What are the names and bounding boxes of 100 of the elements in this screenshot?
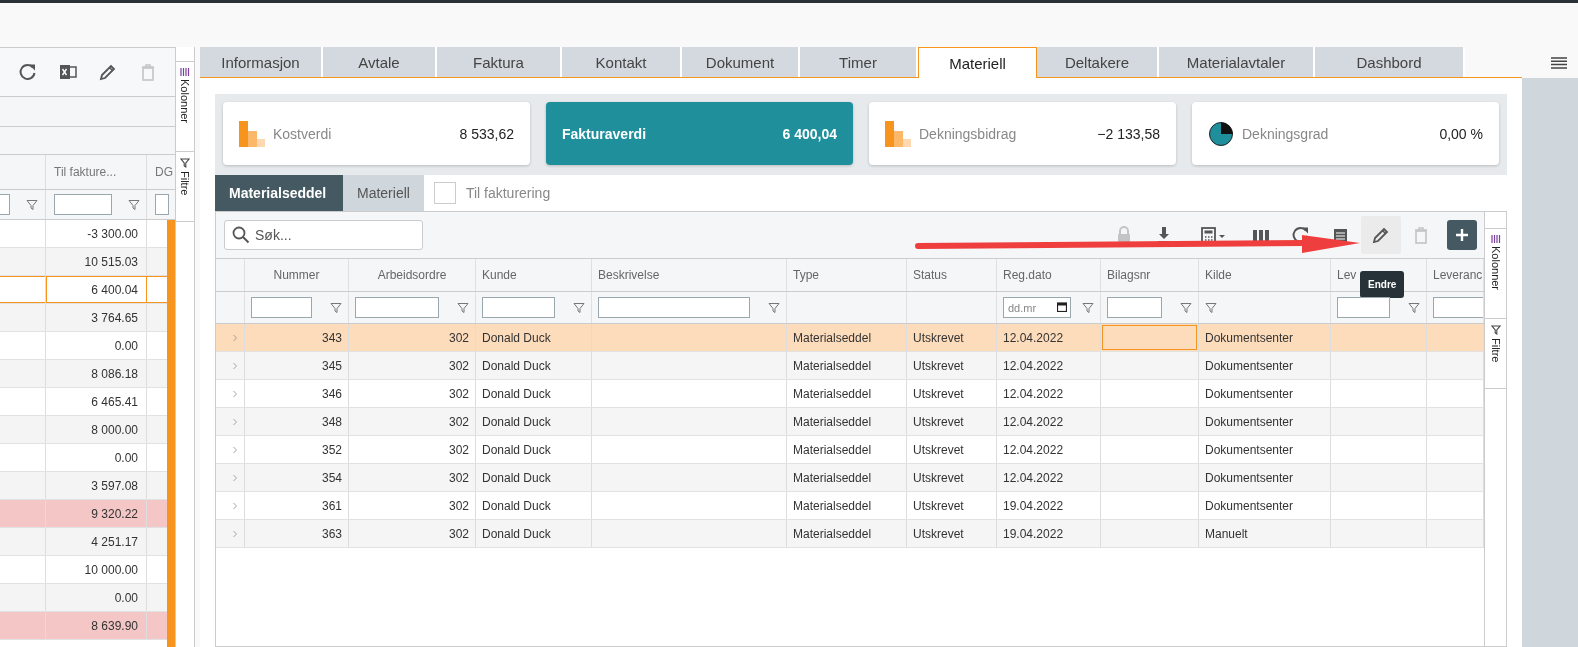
table-row[interactable]: 3 597.08	[0, 472, 167, 500]
calendar-icon[interactable]	[1057, 302, 1067, 312]
column-header[interactable]: Til fakture...	[46, 155, 147, 189]
card-label: Kostverdi	[273, 125, 333, 142]
column-header[interactable]: Reg.dato	[997, 259, 1101, 291]
filter-icon[interactable]	[1082, 301, 1094, 314]
filter-field[interactable]	[482, 297, 555, 318]
search-icon	[232, 226, 250, 244]
column-header[interactable]: DG	[147, 155, 175, 189]
toolbar-button[interactable]	[1361, 216, 1401, 254]
table-row[interactable]: 0.00	[0, 332, 167, 360]
table-row[interactable]: -3 300.00	[0, 220, 167, 248]
table-cell: Dokumentsenter	[1205, 442, 1294, 457]
table-cell: Dokumentsenter	[1205, 330, 1294, 345]
filter-field[interactable]	[1433, 297, 1483, 318]
column-header[interactable]: Type	[787, 259, 907, 291]
table-cell: 3 597.08	[46, 472, 147, 499]
filter-icon[interactable]	[1180, 301, 1192, 314]
filter-field[interactable]	[355, 297, 439, 318]
table-cell: 302	[448, 526, 469, 541]
tab[interactable]: Materiell	[343, 175, 424, 211]
filter-field[interactable]	[598, 297, 750, 318]
table-row[interactable]: 343 302 Donald Duck Materialseddel Utskrevet 12.04.2022 Dokumentsenter	[216, 324, 1484, 352]
table-row[interactable]: 348 302 Donald Duck Materialseddel Utskrevet 12.04.2022 Dokumentsenter	[216, 408, 1484, 436]
pencil-icon[interactable]	[1371, 225, 1391, 245]
table-row[interactable]: 8 086.18	[0, 360, 167, 388]
filter-icon[interactable]	[573, 301, 585, 314]
table-row[interactable]: 361 302 Donald Duck Materialseddel Utskrevet 19.04.2022 Dokumentsenter	[216, 492, 1484, 520]
column-header[interactable]: Bilagsnr	[1101, 259, 1199, 291]
column-header[interactable]: Nummer	[245, 259, 349, 291]
summary-card[interactable]: Kostverdi 8 533,62	[223, 102, 530, 165]
filter-field[interactable]	[1337, 297, 1390, 318]
table-row[interactable]: 10 000.00	[0, 556, 167, 584]
table-row[interactable]: 6 465.41	[0, 388, 167, 416]
table-row[interactable]: 346 302 Donald Duck Materialseddel Utskrevet 12.04.2022 Dokumentsenter	[216, 380, 1484, 408]
summary-card[interactable]: Dekningsgrad 0,00 %	[1192, 102, 1499, 165]
filter-icon[interactable]	[457, 301, 469, 314]
table-row[interactable]: 4 251.17	[0, 528, 167, 556]
table-cell: 12.04.2022	[1003, 358, 1064, 373]
filter-field[interactable]	[1107, 297, 1162, 318]
table-cell: 0.00	[46, 332, 147, 359]
tab[interactable]: Dokument	[682, 47, 800, 77]
column-header[interactable]: Kunde	[476, 259, 592, 291]
tab[interactable]: Faktura	[437, 47, 562, 77]
card-label: Dekningsgrad	[1242, 125, 1330, 142]
column-header[interactable]: Leveranc	[1427, 259, 1484, 291]
filter-field[interactable]	[0, 194, 10, 215]
filter-field[interactable]	[155, 194, 169, 215]
pencil-icon[interactable]	[98, 62, 118, 82]
tab[interactable]: Timer	[800, 47, 918, 77]
table-row[interactable]: 363 302 Donald Duck Materialseddel Utskrevet 19.04.2022 Manuelt	[216, 520, 1484, 548]
filter-field[interactable]	[54, 194, 112, 215]
tab[interactable]: Materialseddel	[215, 175, 343, 211]
column-header[interactable]: Beskrivelse	[592, 259, 787, 291]
tab[interactable]: Materiell	[918, 47, 1037, 79]
table-cell: 302	[448, 442, 469, 457]
filter-field[interactable]	[251, 297, 312, 318]
table-row[interactable]: 8 639.90	[0, 612, 167, 640]
table-row[interactable]: 352 302 Donald Duck Materialseddel Utskrevet 12.04.2022 Dokumentsenter	[216, 436, 1484, 464]
filter-icon[interactable]	[1205, 301, 1217, 314]
spreadsheet-icon[interactable]	[58, 62, 78, 82]
summary-card[interactable]: Dekningsbidrag −2 133,58	[869, 102, 1176, 165]
column-header[interactable]: Status	[907, 259, 997, 291]
focused-cell[interactable]	[1102, 325, 1197, 350]
summary-card[interactable]: Fakturaverdi 6 400,04	[546, 102, 853, 165]
column-header[interactable]: Kilde	[1199, 259, 1331, 291]
table-row[interactable]: 9 320.22	[0, 500, 167, 528]
menu-icon[interactable]	[1551, 56, 1567, 69]
card-label: Dekningsbidrag	[919, 125, 1018, 142]
table-row[interactable]: 10 515.03	[0, 248, 167, 276]
table-row[interactable]: 345 302 Donald Duck Materialseddel Utskrevet 12.04.2022 Dokumentsenter	[216, 352, 1484, 380]
table-row[interactable]: 0.00	[0, 584, 167, 612]
table-cell: Manuelt	[1205, 526, 1248, 541]
tab[interactable]: Dashbord	[1315, 47, 1465, 77]
tab[interactable]: Informasjon	[200, 47, 323, 77]
tab[interactable]: Kontakt	[562, 47, 682, 77]
table-cell: Materialseddel	[793, 330, 872, 345]
table-row[interactable]: 8 000.00	[0, 416, 167, 444]
column-header[interactable]: Arbeidsordre	[349, 259, 476, 291]
filter-icon[interactable]	[1408, 301, 1420, 314]
search-field[interactable]: Søk...	[224, 220, 423, 250]
tab[interactable]: Avtale	[323, 47, 437, 77]
refresh-icon[interactable]	[18, 62, 38, 82]
date-field[interactable]: dd.mr	[1003, 297, 1071, 318]
table-cell: Donald Duck	[482, 526, 551, 541]
table-cell: Donald Duck	[482, 470, 551, 485]
table-row[interactable]: 0.00	[0, 444, 167, 472]
filter-icon[interactable]	[768, 301, 780, 314]
table-row[interactable]: 6 400.04	[0, 276, 167, 304]
tab[interactable]: Deltakere	[1037, 47, 1159, 77]
filter-icon[interactable]	[330, 301, 342, 314]
table-cell: 302	[448, 414, 469, 429]
table-row[interactable]: 354 302 Donald Duck Materialseddel Utskrevet 12.04.2022 Dokumentsenter	[216, 464, 1484, 492]
filter-icon[interactable]	[128, 198, 140, 211]
tab[interactable]: Materialavtaler	[1159, 47, 1315, 77]
filter-icon[interactable]	[26, 198, 38, 211]
table-cell: Donald Duck	[482, 414, 551, 429]
table-row[interactable]: 3 764.65	[0, 304, 167, 332]
checkbox[interactable]	[433, 182, 456, 204]
pie-chart-icon	[1208, 120, 1234, 147]
